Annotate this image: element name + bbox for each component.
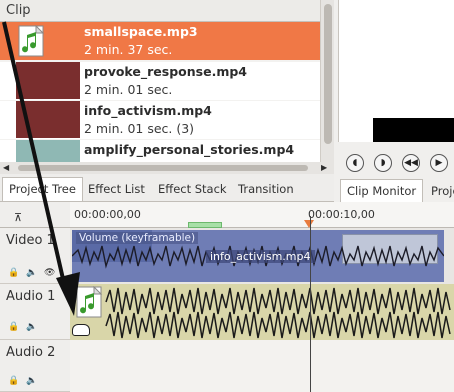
track-headers: ⊼ Video 1 🔒 🔈 👁 Audio 1 🔒 🔈 Audio 2 🔒 🔈 bbox=[0, 202, 70, 392]
clip-name: info_activism.mp4 bbox=[84, 103, 212, 118]
scroll-left-arrow-icon[interactable]: ◀ bbox=[3, 163, 9, 172]
clip-monitor-panel: ◖ ◗ ◀◀ ▶ Clip Monitor Proje bbox=[334, 0, 454, 203]
playhead-marker-icon[interactable] bbox=[304, 220, 314, 228]
timeline: ⊼ Video 1 🔒 🔈 👁 Audio 1 🔒 🔈 Audio 2 🔒 🔈 … bbox=[0, 202, 454, 392]
clip-row-provoke-response[interactable]: provoke_response.mp4 2 min. 01 sec. bbox=[0, 62, 320, 100]
track-header-video1[interactable]: Video 1 🔒 🔈 👁 bbox=[0, 228, 70, 284]
ruler-corner: ⊼ bbox=[0, 202, 70, 228]
video1-track: Volume (keyframable) info_activism.mp4 bbox=[70, 228, 454, 284]
ruler-label-10s: 00:00:10,00 bbox=[308, 208, 375, 221]
clip-list-vertical-scrollbar[interactable] bbox=[320, 0, 334, 162]
tab-project-monitor[interactable]: Proje bbox=[424, 179, 454, 203]
play-icon[interactable]: ▶ bbox=[430, 154, 448, 172]
speaker-icon[interactable]: 🔈 bbox=[26, 322, 37, 332]
clip-column-header[interactable]: Clip bbox=[0, 0, 334, 22]
razor-tool-icon[interactable]: ⊼ bbox=[14, 211, 22, 224]
clip-header-label: Clip bbox=[6, 3, 31, 18]
monitor-screen bbox=[338, 0, 454, 142]
audio-waveform bbox=[105, 287, 451, 339]
clip-duration: 2 min. 01 sec. (3) bbox=[84, 121, 195, 136]
tab-project-tree[interactable]: Project Tree bbox=[2, 177, 83, 201]
track-name: Video 1 bbox=[6, 233, 55, 248]
monitor-tab-bar: Clip Monitor Proje bbox=[334, 176, 454, 203]
tab-transition[interactable]: Transition bbox=[231, 177, 301, 201]
set-zone-start-icon[interactable]: ◖ bbox=[346, 154, 364, 172]
drag-hand-cursor-icon bbox=[72, 324, 90, 336]
lock-icon[interactable]: 🔒 bbox=[8, 376, 19, 386]
set-zone-end-icon[interactable]: ◗ bbox=[374, 154, 392, 172]
track-header-audio2[interactable]: Audio 2 🔒 🔈 bbox=[0, 340, 70, 392]
timeline-playhead[interactable] bbox=[310, 216, 311, 392]
speaker-icon[interactable]: 🔈 bbox=[26, 268, 37, 278]
tab-effect-list[interactable]: Effect List bbox=[81, 177, 152, 201]
ruler-label-start: 00:00:00,00 bbox=[74, 208, 141, 221]
music-file-icon bbox=[18, 24, 48, 57]
tab-clip-monitor[interactable]: Clip Monitor bbox=[340, 179, 424, 203]
monitor-controls: ◖ ◗ ◀◀ ▶ bbox=[342, 154, 454, 174]
video-clip-name-label: info_activism.mp4 bbox=[206, 250, 315, 263]
clip-name: provoke_response.mp4 bbox=[84, 64, 247, 79]
clip-name: smallspace.mp3 bbox=[84, 24, 198, 39]
dock-tab-bar: Project Tree Effect List Effect Stack Tr… bbox=[0, 174, 334, 202]
track-name: Audio 1 bbox=[6, 289, 56, 304]
lock-icon[interactable]: 🔒 bbox=[8, 322, 19, 332]
clip-duration: 2 min. 01 sec. bbox=[84, 82, 173, 97]
audio1-track[interactable] bbox=[70, 284, 454, 340]
video-thumbnail bbox=[16, 62, 80, 99]
video-thumbnail bbox=[16, 101, 80, 138]
video-thumbnail bbox=[16, 140, 80, 162]
volume-keyframable-label: Volume (keyframable) bbox=[76, 232, 199, 244]
clip-duration: 2 min. 37 sec. bbox=[84, 42, 173, 57]
monitor-frame-black-bar bbox=[373, 118, 454, 142]
clip-row-info-activism[interactable]: info_activism.mp4 2 min. 01 sec. (3) bbox=[0, 101, 320, 139]
clip-row-smallspace[interactable]: smallspace.mp3 2 min. 37 sec. bbox=[0, 22, 320, 60]
tracks-area: Volume (keyframable) info_activism.mp4 bbox=[70, 228, 454, 392]
rewind-icon[interactable]: ◀◀ bbox=[402, 154, 420, 172]
timeline-ruler[interactable]: 00:00:00,00 00:00:10,00 bbox=[70, 202, 454, 228]
track-header-audio1[interactable]: Audio 1 🔒 🔈 bbox=[0, 284, 70, 340]
scroll-right-arrow-icon[interactable]: ▶ bbox=[321, 163, 327, 172]
audio2-track[interactable] bbox=[70, 340, 454, 392]
clip-row-amplify-personal-stories[interactable]: amplify_personal_stories.mp4 bbox=[0, 140, 320, 162]
tab-effect-stack[interactable]: Effect Stack bbox=[151, 177, 234, 201]
clip-panel: Clip smallspace.mp3 2 min. 37 sec. provo… bbox=[0, 0, 334, 174]
video-clip-info-activism[interactable]: Volume (keyframable) info_activism.mp4 bbox=[72, 230, 444, 282]
clip-name: amplify_personal_stories.mp4 bbox=[84, 142, 295, 157]
clip-list-horizontal-scrollbar[interactable]: ◀ ▶ bbox=[0, 162, 334, 174]
speaker-icon[interactable]: 🔈 bbox=[26, 376, 37, 386]
track-name: Audio 2 bbox=[6, 345, 56, 360]
eye-icon[interactable]: 👁 bbox=[44, 268, 55, 278]
lock-icon[interactable]: 🔒 bbox=[8, 268, 19, 278]
